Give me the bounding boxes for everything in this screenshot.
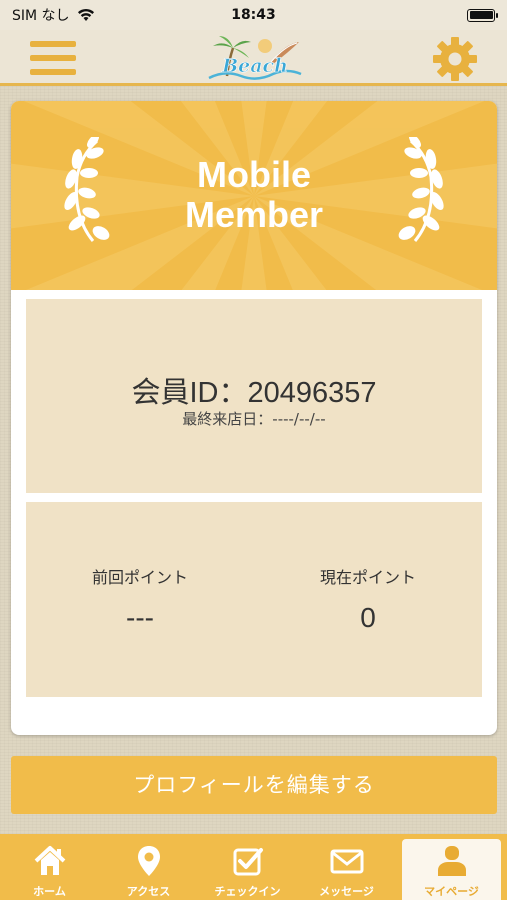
tab-access-label: アクセス	[126, 885, 171, 898]
carrier-label: SIM なし	[12, 8, 70, 24]
points-panel: 前回ポイント --- 現在ポイント 0	[26, 502, 482, 697]
map-pin-icon	[137, 846, 160, 876]
wifi-icon	[77, 8, 94, 21]
checkbox-icon	[233, 848, 263, 876]
beach-logo: Beach	[208, 36, 302, 80]
edit-profile-button[interactable]: プロフィールを編集する	[11, 756, 497, 814]
current-points: 現在ポイント 0	[254, 564, 482, 634]
last-visit-date: 最終来店日：----/--/--	[182, 410, 326, 428]
member-id: 会員ID：20496357	[131, 377, 377, 409]
tab-checkin-label: チェックイン	[214, 885, 281, 898]
tab-checkin[interactable]: チェックイン	[198, 834, 297, 900]
member-card: Mobile Member 会員ID：20496357 最終来店日：----/-…	[11, 101, 497, 735]
previous-points-value: ---	[126, 602, 154, 633]
tab-bar: ホーム アクセス チェックイン メッセージ マイページ	[0, 834, 507, 900]
previous-points-label: 前回ポイント	[91, 568, 188, 587]
status-bar: SIM なし 18:43	[0, 0, 507, 30]
current-points-label: 現在ポイント	[319, 568, 416, 587]
home-icon	[34, 846, 65, 875]
hamburger-icon-bar-middle	[30, 55, 76, 61]
member-id-panel: 会員ID：20496357 最終来店日：----/--/--	[26, 299, 482, 493]
tab-mypage-label: マイページ	[424, 885, 479, 898]
laurel-right-icon	[398, 137, 444, 242]
gear-icon[interactable]	[432, 36, 478, 82]
tab-message[interactable]: メッセージ	[297, 834, 396, 900]
tab-home[interactable]: ホーム	[0, 834, 99, 900]
tab-home-label: ホーム	[33, 885, 66, 898]
status-left: SIM なし	[12, 5, 96, 25]
tab-mypage[interactable]: マイページ	[402, 839, 501, 900]
app-header: Beach	[0, 30, 507, 86]
tab-access[interactable]: アクセス	[99, 834, 198, 900]
battery-icon	[467, 8, 498, 22]
hamburger-icon-bar-top	[30, 41, 76, 47]
member-banner: Mobile Member	[11, 101, 497, 290]
current-points-value: 0	[360, 602, 376, 633]
person-icon	[437, 846, 466, 876]
hamburger-icon-bar-bottom	[30, 69, 76, 75]
previous-points: 前回ポイント ---	[26, 564, 254, 634]
envelope-icon	[330, 849, 363, 874]
logo-text: Beach	[221, 55, 288, 77]
menu-button[interactable]	[30, 39, 76, 77]
tab-message-label: メッセージ	[319, 885, 374, 898]
